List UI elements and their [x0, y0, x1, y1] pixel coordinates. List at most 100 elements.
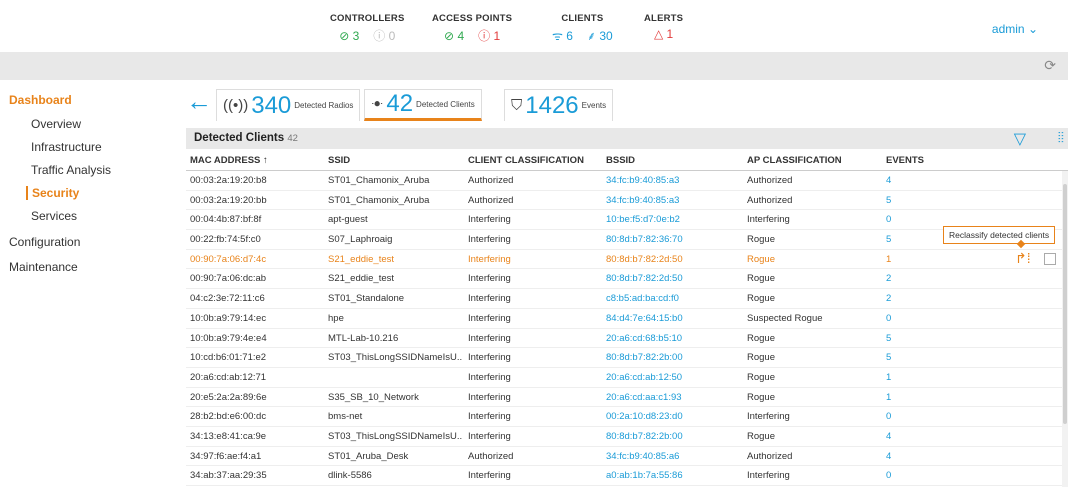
sidebar-item-services[interactable]: Services	[31, 209, 77, 223]
cell-ssid: dlink-5586	[328, 470, 372, 482]
cell-mac: 20:a6:cd:ab:12:71	[190, 371, 267, 383]
table-row[interactable]: 04:c2:3e:72:11:c6 ST01_Standalone Interfer…	[186, 289, 1068, 309]
cell-mac: 00:90:7a:06:dc:ab	[190, 273, 267, 285]
cell-client-class: Interfering	[468, 214, 511, 226]
table-row[interactable]: 20:e5:2a:2a:89:6e S35_SB_10_Network Interf…	[186, 388, 1068, 408]
user-name[interactable]: admin	[992, 22, 1025, 36]
radio-waves-icon: ((•))	[223, 97, 249, 114]
cell-ssid: S21_eddie_test	[328, 273, 395, 285]
cell-events[interactable]: 4	[886, 431, 926, 442]
cell-bssid[interactable]: 80:8d:b7:82:36:70	[606, 234, 741, 245]
col-events[interactable]: EVENTS	[886, 155, 926, 166]
cell-ap-class: Rogue	[747, 391, 775, 403]
col-ap-classification[interactable]: AP CLASSIFICATION	[747, 155, 882, 166]
cell-ap-class: Rogue	[747, 273, 775, 285]
cell-client-class: Interfering	[468, 312, 511, 324]
col-bssid[interactable]: BSSID	[606, 155, 741, 166]
cell-mac: 28:b2:bd:e6:00:dc	[190, 411, 267, 423]
sort-up-icon[interactable]: ↑	[263, 155, 268, 166]
table-row[interactable]: 00:04:4b:87:bf:8f apt-guest Interfering 10:…	[186, 210, 1068, 231]
table-row[interactable]: 00:22:fb:74:5f:c0 S07_Laphroaig Interferin…	[186, 230, 1068, 250]
cell-ssid: ST03_ThisLongSSIDNameIsU...	[328, 430, 462, 442]
cell-bssid[interactable]: 20:a6:cd:aa:c1:93	[606, 392, 741, 403]
cell-events[interactable]: 1	[886, 372, 926, 383]
stat-value: 6	[566, 29, 573, 43]
cell-bssid[interactable]: 20:a6:cd:ab:12:50	[606, 372, 741, 383]
cell-events[interactable]: 0	[886, 214, 926, 225]
cell-events[interactable]: 1	[886, 392, 926, 403]
cell-bssid[interactable]: 80:8d:b7:82:2b:00	[606, 431, 741, 442]
tab-detected-radios[interactable]: ((•)) 340 Detected Radios	[216, 89, 361, 121]
cell-ap-class: Authorized	[747, 194, 793, 206]
refresh-icon[interactable]: ⟳	[1044, 57, 1056, 74]
chevron-down-icon[interactable]: ⌄	[1028, 22, 1038, 36]
cell-bssid[interactable]: 34:fc:b9:40:85:a6	[606, 451, 741, 462]
cell-ssid: S07_Laphroaig	[328, 234, 393, 246]
table-row[interactable]: 00:90:7a:06:dc:ab S21_eddie_test Interferi…	[186, 269, 1068, 290]
cell-events[interactable]: 0	[886, 313, 926, 324]
cell-ap-class: Authorized	[747, 450, 793, 462]
col-client-classification[interactable]: CLIENT CLASSIFICATION	[468, 155, 602, 166]
cell-bssid[interactable]: 00:2a:10:d8:23:d0	[606, 411, 741, 422]
col-mac-address[interactable]: MAC ADDRESS ↑	[190, 155, 320, 166]
cell-bssid[interactable]: 34:fc:b9:40:85:a3	[606, 195, 741, 206]
table-row[interactable]: 00:03:2a:19:20:b8 ST01_Chamonix_Aruba Auth…	[186, 171, 1068, 191]
nav-configuration[interactable]: Configuration	[9, 235, 80, 249]
sidebar-item-infrastructure[interactable]: Infrastructure	[31, 140, 102, 154]
table-row[interactable]: 34:ab:37:aa:29:35 dlink-5586 Interfering a0…	[186, 466, 1068, 486]
table-row[interactable]: 10:0b:a9:79:4e:e4 MTL-Lab-10.216 Interferi…	[186, 329, 1068, 349]
cell-client-class: Interfering	[468, 352, 511, 364]
tab-events[interactable]: ⛉ 1426 Events	[504, 89, 614, 121]
sidebar-item-overview[interactable]: Overview	[31, 117, 81, 131]
cell-events[interactable]: 5	[886, 352, 926, 363]
sidebar-item-traffic-analysis[interactable]: Traffic Analysis	[31, 163, 111, 177]
nav-dashboard[interactable]: Dashboard	[9, 93, 72, 107]
cell-mac: 10:0b:a9:79:14:ec	[190, 312, 267, 324]
tab-detected-clients[interactable]: ꔹ 42 Detected Clients	[364, 89, 482, 121]
cell-events[interactable]: 5	[886, 234, 926, 245]
stat-alerts[interactable]: ALERTS △ 1	[644, 13, 683, 41]
cell-events[interactable]: 4	[886, 175, 926, 186]
cell-bssid[interactable]: 34:fc:b9:40:85:a3	[606, 175, 741, 186]
cell-bssid[interactable]: a0:ab:1b:7a:55:86	[606, 470, 741, 481]
user-menu[interactable]: admin ⌄	[992, 22, 1038, 36]
row-checkbox[interactable]	[1044, 253, 1056, 265]
top-header: CONTROLLERS ⊘ 3 ⓘ 0 ACCESS POINTS ⊘ 4 ⓘ 1 CLIE…	[0, 0, 1068, 52]
cell-events[interactable]: 1	[886, 254, 926, 265]
stat-controllers[interactable]: CONTROLLERS ⊘ 3 ⓘ 0	[330, 13, 405, 44]
table-row[interactable]: 34:13:e8:41:ca:9e ST03_ThisLongSSIDNameIs…	[186, 427, 1068, 447]
reclassify-icon[interactable]: ↱⁞	[1015, 250, 1031, 267]
cell-events[interactable]: 4	[886, 451, 926, 462]
table-row[interactable]: 28:b2:bd:e6:00:dc bms-net Interfering 00:2a…	[186, 407, 1068, 427]
cell-events[interactable]: 0	[886, 411, 926, 422]
cell-bssid[interactable]: 80:8d:b7:82:2d:50	[606, 273, 741, 284]
columns-icon[interactable]: ⦙⦙	[1058, 129, 1064, 146]
col-ssid[interactable]: SSID	[328, 155, 462, 166]
stat-clients[interactable]: CLIENTS ᯤ 6 ⸙ 30	[545, 13, 620, 44]
nav-maintenance[interactable]: Maintenance	[9, 260, 78, 274]
cell-events[interactable]: 5	[886, 195, 926, 206]
cell-events[interactable]: 5	[886, 333, 926, 344]
cell-bssid[interactable]: 84:d4:7e:64:15:b0	[606, 313, 741, 324]
table-row[interactable]: 10:cd:b6:01:71:e2 ST03_ThisLongSSIDNameIs…	[186, 348, 1068, 368]
cell-bssid[interactable]: 80:8d:b7:82:2b:00	[606, 352, 741, 363]
table-row[interactable]: 20:a6:cd:ab:12:71 Interfering 20:a6:cd:ab:…	[186, 368, 1068, 388]
cell-ap-class: Rogue	[747, 234, 775, 246]
cell-bssid[interactable]: 10:be:f5:d7:0e:b2	[606, 214, 741, 225]
filter-icon[interactable]: ▽	[1014, 129, 1026, 149]
cell-events[interactable]: 2	[886, 273, 926, 284]
cell-bssid[interactable]: 20:a6:cd:68:b5:10	[606, 333, 741, 344]
cell-events[interactable]: 2	[886, 293, 926, 304]
scrollbar-thumb[interactable]	[1063, 184, 1067, 424]
cell-events[interactable]: 0	[886, 470, 926, 481]
table-row[interactable]: 00:90:7a:06:d7:4c S21_eddie_test Interferi…	[186, 250, 1068, 270]
stat-access-points[interactable]: ACCESS POINTS ⊘ 4 ⓘ 1	[432, 13, 512, 44]
cell-client-class: Authorized	[468, 194, 514, 206]
table-row[interactable]: 34:97:f6:ae:f4:a1 ST01_Aruba_Desk Authoriz…	[186, 447, 1068, 467]
back-arrow-icon[interactable]: ←	[186, 88, 212, 114]
table-row[interactable]: 10:0b:a9:79:14:ec hpe Interfering 84:d4:7e:…	[186, 309, 1068, 329]
table-row[interactable]: 00:03:2a:19:20:bb ST01_Chamonix_Aruba Auth…	[186, 191, 1068, 211]
cell-bssid[interactable]: c8:b5:ad:ba:cd:f0	[606, 293, 741, 304]
sidebar-item-security[interactable]: Security	[26, 186, 79, 200]
cell-bssid[interactable]: 80:8d:b7:82:2d:50	[606, 254, 741, 265]
